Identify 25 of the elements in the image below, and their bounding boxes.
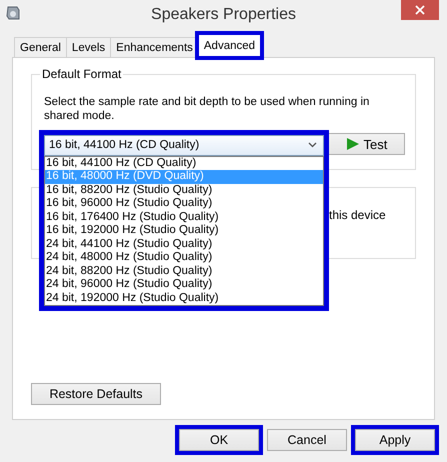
dropdown-option[interactable]: 24 bit, 192000 Hz (Studio Quality) — [45, 292, 323, 305]
format-dropdown[interactable]: 16 bit, 44100 Hz (CD Quality) — [44, 134, 324, 156]
tab[interactable]: General — [14, 37, 67, 57]
dropdown-option[interactable]: 16 bit, 96000 Hz (Studio Quality) — [45, 197, 323, 210]
dropdown-option[interactable]: 24 bit, 48000 Hz (Studio Quality) — [45, 251, 323, 264]
option-text: this device — [329, 208, 386, 222]
dropdown-option[interactable]: 16 bit, 88200 Hz (Studio Quality) — [45, 184, 323, 197]
dropdown-option[interactable]: 16 bit, 44100 Hz (CD Quality) — [45, 156, 323, 170]
close-button[interactable] — [401, 0, 439, 20]
dropdown-option[interactable]: 16 bit, 176400 Hz (Studio Quality) — [45, 210, 323, 224]
description-text: Select the sample rate and bit depth to be used when running in shared mode. — [44, 95, 370, 123]
restore-defaults-button[interactable]: Restore Defaults — [31, 383, 161, 405]
play-icon — [346, 137, 360, 151]
dialog-button[interactable]: Cancel — [267, 429, 347, 451]
test-button[interactable]: Test — [328, 133, 405, 155]
dropdown-option[interactable]: 24 bit, 88200 Hz (Studio Quality) — [45, 264, 323, 278]
close-icon — [415, 5, 425, 15]
tab[interactable]: Advanced — [198, 34, 262, 57]
dropdown-option[interactable]: 24 bit, 96000 Hz (Studio Quality) — [45, 278, 323, 292]
dropdown-option[interactable]: 24 bit, 44100 Hz (Studio Quality) — [45, 238, 323, 251]
dropdown-option[interactable]: 16 bit, 192000 Hz (Studio Quality) — [45, 224, 323, 238]
group-title: Default Format — [40, 67, 124, 81]
window-title: Speakers Properties — [151, 4, 296, 24]
chevron-icon — [308, 142, 317, 148]
speaker-icon — [6, 5, 20, 21]
